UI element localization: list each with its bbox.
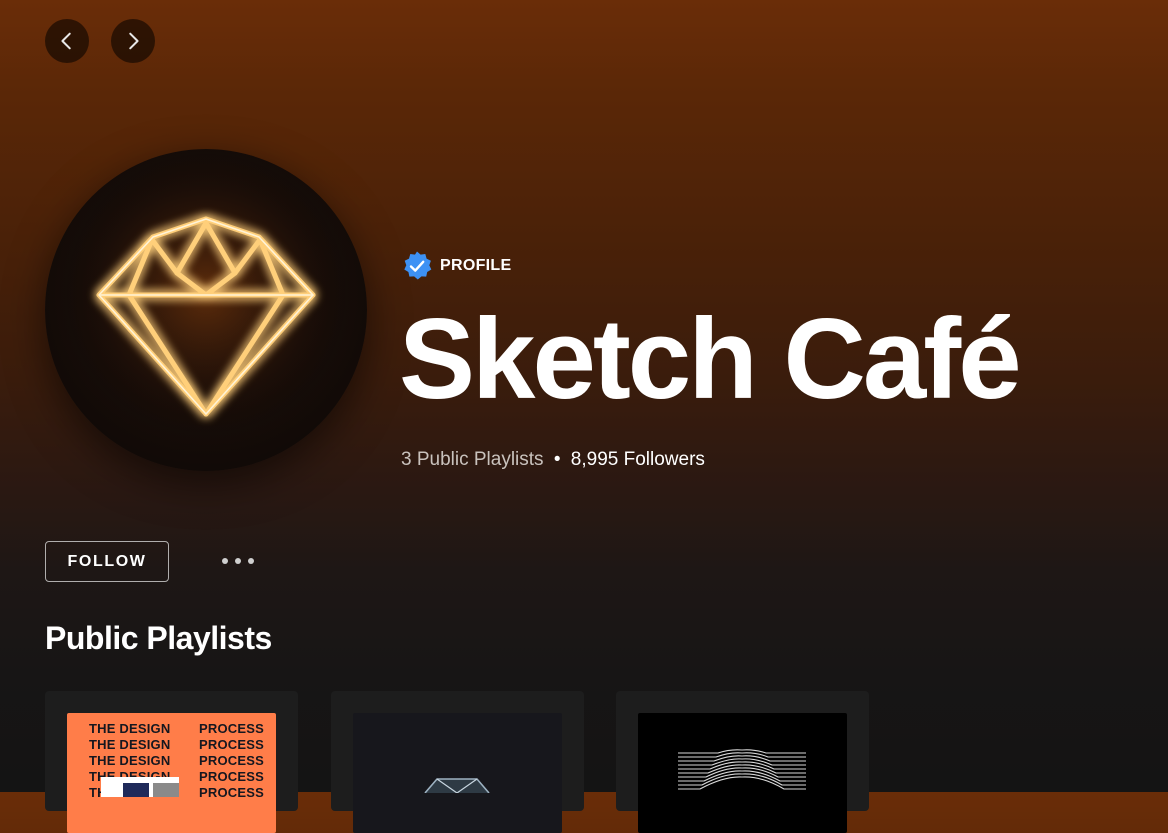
cover-text-line: THE DESIGNPROCESS: [89, 753, 264, 768]
profile-avatar: [45, 149, 367, 471]
playlist-card[interactable]: [616, 691, 869, 833]
forward-button[interactable]: [111, 19, 155, 63]
followers-count: 8,995 Followers: [570, 449, 705, 470]
more-options-button[interactable]: [216, 548, 260, 574]
profile-stats: 3 Public Playlists • 8,995 Followers: [401, 449, 705, 471]
cover-text-line: THE DESIGNPROCESS: [89, 721, 264, 736]
more-dots-icon: [222, 558, 228, 564]
wave-lines-cover: [638, 713, 847, 833]
playlists-count: 3 Public Playlists: [401, 449, 544, 470]
design-process-cover: THE DESIGN PROCESS THE DESIGN PROCESS THE …: [67, 713, 276, 833]
diamond-artwork-icon: [424, 778, 490, 793]
profile-type-tag: PROFILE: [401, 250, 511, 282]
verified-badge-icon: [404, 251, 432, 280]
profile-name: Sketch Café: [399, 296, 1022, 423]
chevron-left-icon: [61, 32, 71, 50]
public-playlists-heading: Public Playlists: [45, 620, 272, 656]
cover-mini-image: [101, 777, 179, 797]
neon-diamond-logo-icon: [56, 149, 356, 449]
follow-button[interactable]: FOLLOW: [45, 541, 169, 582]
cover-text-line: THE DESIGNPROCESS: [89, 737, 264, 752]
dark-diamond-cover: [353, 713, 562, 833]
profile-type-label: PROFILE: [440, 257, 512, 274]
stats-separator: •: [553, 449, 561, 470]
playlist-card[interactable]: [331, 691, 584, 833]
wave-lines-artwork-icon: [678, 749, 806, 790]
playlist-card[interactable]: THE DESIGN PROCESS THE DESIGN PROCESS THE …: [45, 691, 298, 833]
back-button[interactable]: [45, 19, 89, 63]
chevron-right-icon: [129, 32, 139, 50]
